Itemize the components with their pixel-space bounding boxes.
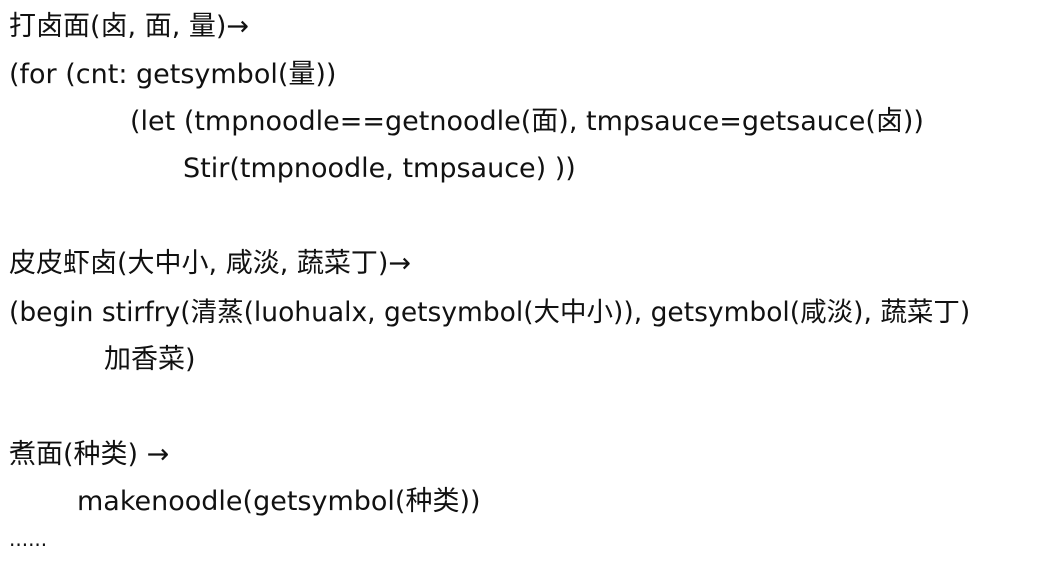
document-page: 打卤面(卤, 面, 量)→ (for (cnt: getsymbol(量)) (… [0, 0, 1051, 565]
makenoodle-line: makenoodle(getsymbol(种类)) [77, 486, 481, 517]
zhu-mian-signature: 煮面(种类) → [9, 439, 170, 470]
for-loop-line: (for (cnt: getsymbol(量)) [9, 59, 337, 90]
stir-call-line: Stir(tmpnoodle, tmpsauce) )) [183, 153, 576, 184]
let-binding-line: (let (tmpnoodle==getnoodle(面), tmpsauce=… [130, 106, 924, 137]
pipixia-lu-signature: 皮皮虾卤(大中小, 咸淡, 蔬菜丁)→ [9, 248, 412, 279]
add-cilantro-line: 加香菜) [104, 344, 196, 375]
ellipsis-line: ...... [9, 527, 48, 551]
begin-stirfry-line: (begin stirfry(清蒸(luohualx, getsymbol(大中… [9, 297, 971, 328]
da-lu-mian-signature: 打卤面(卤, 面, 量)→ [9, 11, 250, 42]
